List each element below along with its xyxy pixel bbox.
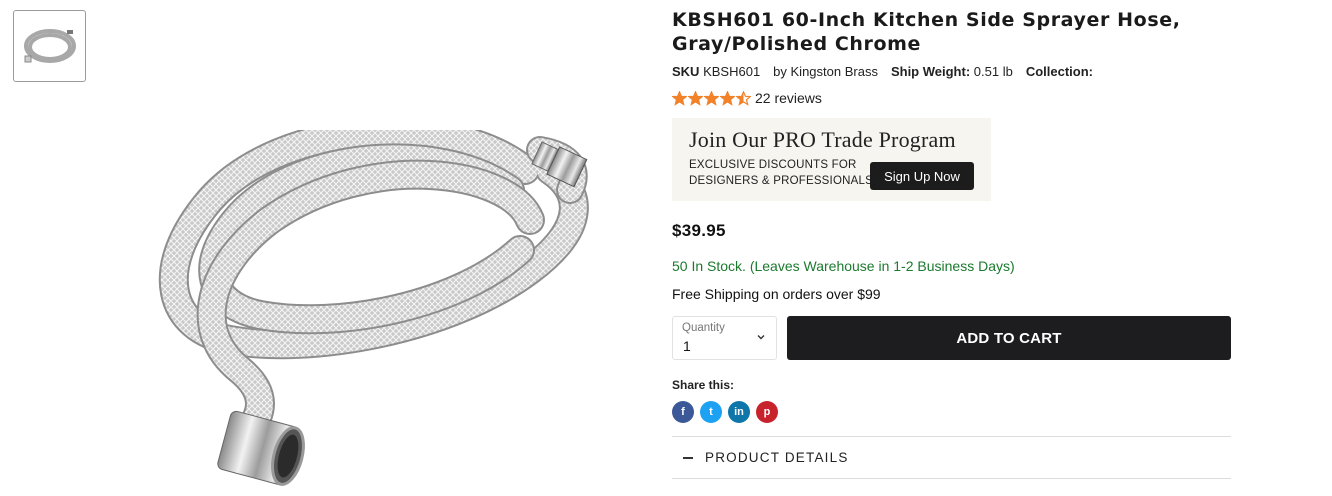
product-title: KBSH601 60-Inch Kitchen Side Sprayer Hos… <box>672 8 1232 56</box>
product-thumbnail[interactable] <box>13 10 86 82</box>
purchase-row: Quantity 1 ADD TO CART <box>672 316 1232 360</box>
product-main-image <box>150 116 620 496</box>
product-title-line1: KBSH601 60-Inch Kitchen Side Sprayer Hos… <box>672 9 1181 31</box>
star-full-icon <box>688 90 703 106</box>
sign-up-button[interactable]: Sign Up Now <box>870 162 974 190</box>
share-icons: f t in p <box>672 401 1232 423</box>
reviews-link[interactable]: 22 reviews <box>755 90 822 106</box>
twitter-icon[interactable]: t <box>700 401 722 423</box>
ship-weight-value: 0.51 lb <box>973 64 1013 79</box>
product-meta: SKU KBSH601 by Kingston Brass Ship Weigh… <box>672 64 1232 79</box>
ship-weight: Ship Weight: 0.51 lb <box>891 64 1013 79</box>
minus-icon <box>683 456 693 459</box>
quantity-select[interactable]: Quantity 1 <box>672 316 777 360</box>
star-rating <box>672 90 751 106</box>
share-label: Share this: <box>672 378 735 392</box>
product-rating[interactable]: 22 reviews <box>672 89 1232 107</box>
facebook-icon[interactable]: f <box>672 401 694 423</box>
sku-value: KBSH601 <box>703 64 761 79</box>
hose-thumbnail-image <box>23 29 76 63</box>
sku-label: SKU <box>672 64 700 79</box>
ship-weight-label: Ship Weight: <box>890 64 971 79</box>
add-to-cart-button[interactable]: ADD TO CART <box>787 316 1231 360</box>
brand-link[interactable]: by Kingston Brass <box>773 64 878 79</box>
star-full-icon <box>672 90 687 106</box>
pinterest-icon[interactable]: p <box>756 401 778 423</box>
sku: SKU KBSH601 <box>672 64 760 79</box>
quantity-label: Quantity <box>682 322 725 334</box>
product-details-toggle[interactable]: PRODUCT DETAILS <box>672 436 1231 479</box>
quantity-value: 1 <box>683 338 691 354</box>
promo-line2: DESIGNERS & PROFESSIONALS <box>689 175 873 187</box>
collection-label: Collection: <box>1025 64 1093 79</box>
collection: Collection: <box>1026 64 1093 79</box>
chevron-down-icon <box>757 335 765 340</box>
product-details-label: PRODUCT DETAILS <box>705 450 849 465</box>
product-title-line2: Gray/Polished Chrome <box>672 33 922 55</box>
star-full-icon <box>720 90 735 106</box>
promo-line1: EXCLUSIVE DISCOUNTS FOR <box>689 159 857 171</box>
linkedin-icon[interactable]: in <box>728 401 750 423</box>
star-full-icon <box>704 90 719 106</box>
pro-trade-banner[interactable]: Join Our PRO Trade Program EXCLUSIVE DIS… <box>672 118 991 201</box>
stock-status: 50 In Stock. (Leaves Warehouse in 1-2 Bu… <box>672 258 1015 274</box>
promo-title: Join Our PRO Trade Program <box>689 127 956 152</box>
product-price: $39.95 <box>672 221 726 240</box>
product-info-panel: KBSH601 60-Inch Kitchen Side Sprayer Hos… <box>672 8 1232 479</box>
shipping-info: Free Shipping on orders over $99 <box>672 286 881 302</box>
star-half-icon <box>736 90 751 106</box>
